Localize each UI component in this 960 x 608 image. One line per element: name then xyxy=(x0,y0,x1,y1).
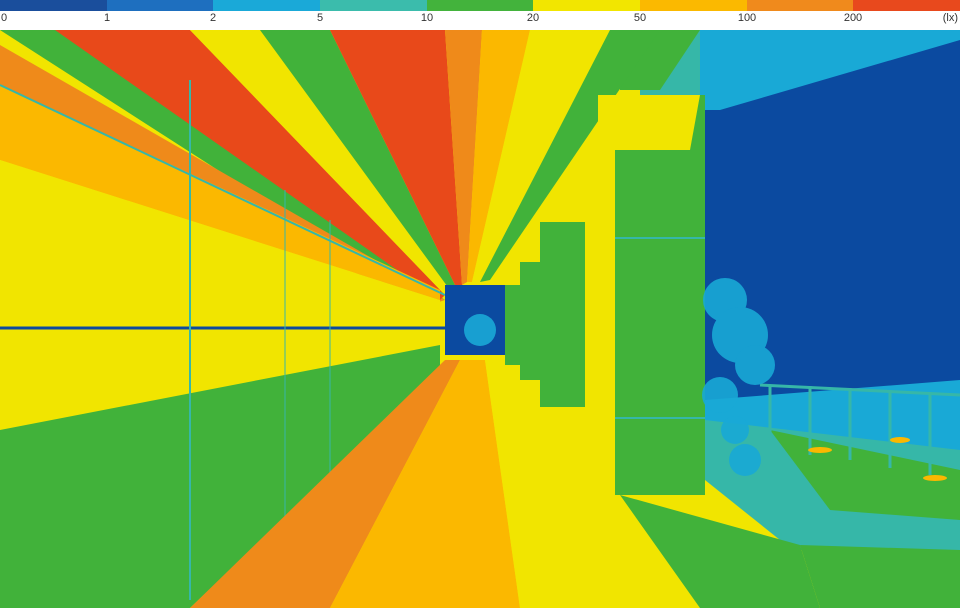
legend-tick-label: 100 xyxy=(737,12,757,24)
legend-tick-label: 0 xyxy=(1,12,8,24)
legend-tick-label: 50 xyxy=(633,12,647,24)
legend-swatch-0-1 xyxy=(0,0,107,11)
legend-swatch-10-20 xyxy=(426,0,534,11)
legend-tick-label: 1 xyxy=(103,12,111,24)
legend-tick-label: 2 xyxy=(209,12,217,24)
legend-tick-label: 20 xyxy=(526,12,540,24)
column-far-1 xyxy=(540,222,585,407)
illuminance-legend: 0 1 2 5 10 20 50 100 200 (lx) xyxy=(0,0,960,30)
legend-swatch-50-100 xyxy=(640,0,747,11)
legend-swatch-20-50 xyxy=(533,0,641,11)
column-far-3 xyxy=(505,285,520,365)
legend-unit-label: (lx) xyxy=(942,12,958,24)
legend-tick-label: 200 xyxy=(843,12,863,24)
legend-swatch-5-10 xyxy=(320,0,427,11)
legend-swatch-1-2 xyxy=(106,0,214,11)
column-near xyxy=(615,95,705,495)
legend-swatch-100-200 xyxy=(746,0,854,11)
legend-swatch-2-5 xyxy=(213,0,321,11)
column-far-2 xyxy=(520,262,540,380)
column-near-face-light xyxy=(598,95,616,495)
legend-tick-label: 10 xyxy=(420,12,434,24)
balcony-floor-green xyxy=(800,545,960,608)
legend-swatch-200-plus xyxy=(853,0,960,11)
legend-tick-label: 5 xyxy=(316,12,324,24)
false-color-illuminance-render xyxy=(0,30,960,608)
legend-color-bar xyxy=(0,0,960,11)
column-near-top xyxy=(615,95,700,150)
